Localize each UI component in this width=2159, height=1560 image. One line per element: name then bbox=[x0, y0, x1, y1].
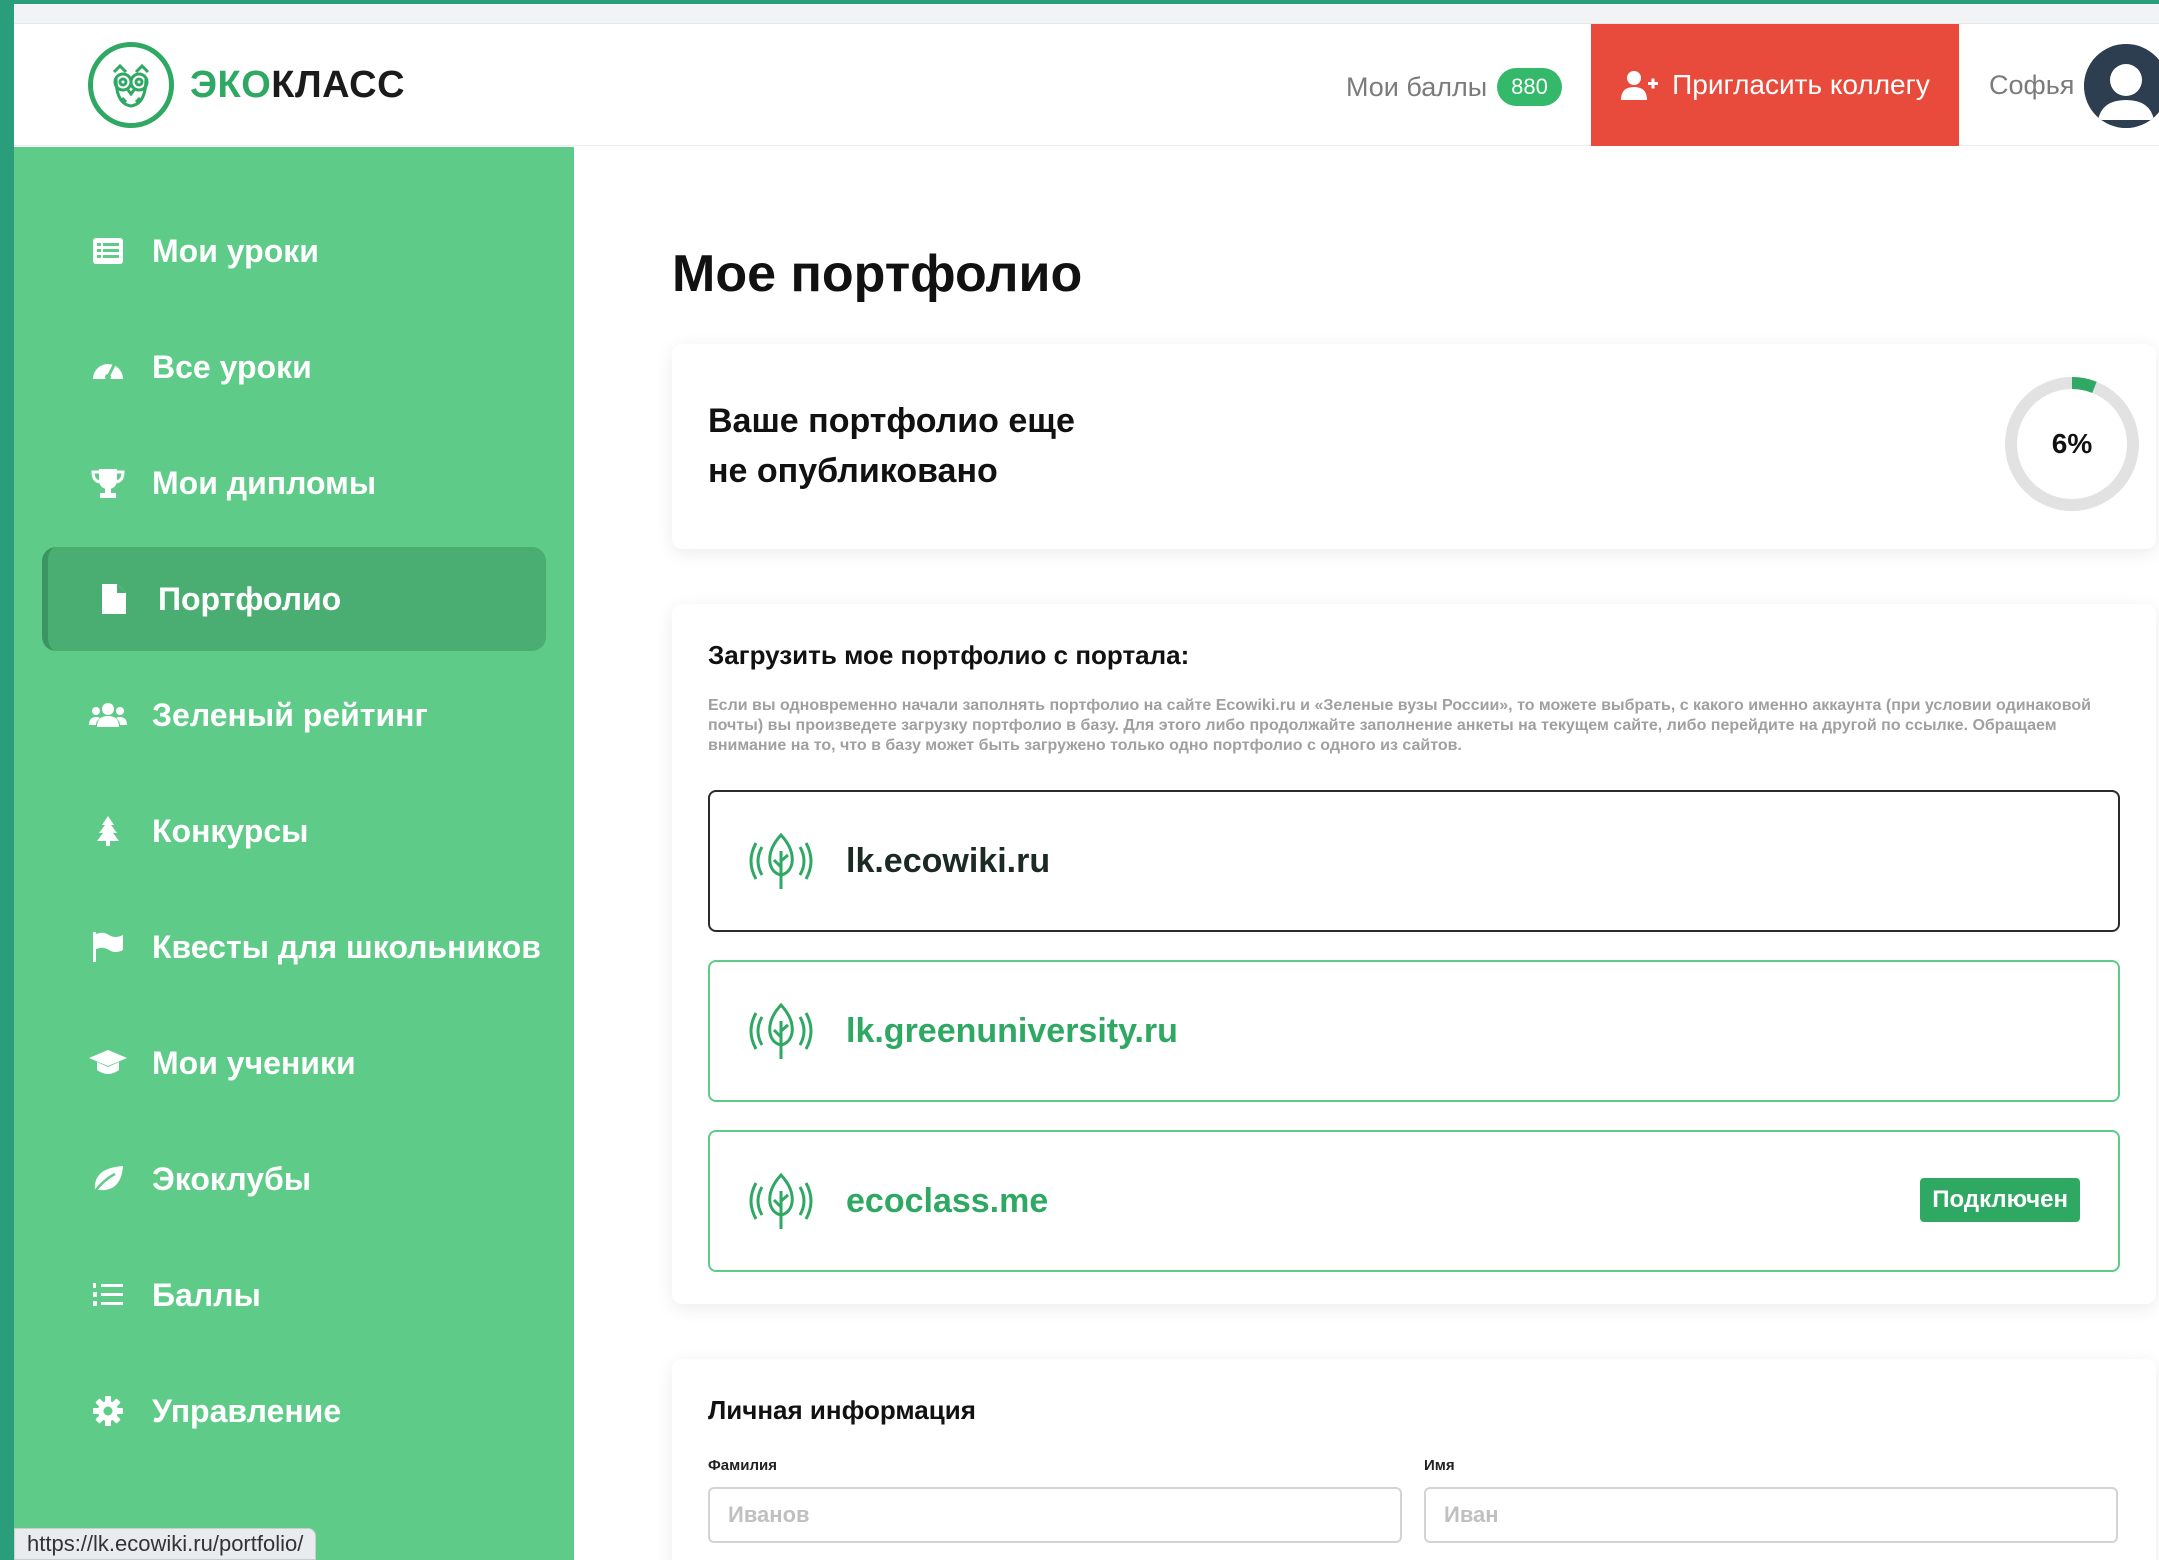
sidebar-item-all-lessons[interactable]: Все уроки bbox=[42, 315, 546, 419]
avatar[interactable] bbox=[2084, 44, 2159, 128]
invite-label: Пригласить коллегу bbox=[1672, 69, 1930, 100]
portal-name: lk.ecowiki.ru bbox=[846, 841, 1051, 880]
sidebar-item-label: Конкурсы bbox=[152, 812, 309, 849]
sidebar-item-my-students[interactable]: Мои ученики bbox=[42, 1011, 546, 1115]
gear-icon bbox=[88, 1391, 128, 1431]
portfolio-progress-ring: 6% bbox=[2002, 374, 2142, 514]
trophy-icon bbox=[88, 463, 128, 503]
progress-percent: 6% bbox=[2051, 428, 2093, 459]
surname-label: Фамилия bbox=[708, 1457, 777, 1474]
portfolio-status-text: Ваше портфолио еще не опубликовано bbox=[708, 402, 1075, 490]
sidebar-item-green-rating[interactable]: Зеленый рейтинг bbox=[42, 663, 546, 767]
points-badge: 880 bbox=[1497, 68, 1562, 106]
personal-info-title: Личная информация bbox=[708, 1395, 976, 1425]
import-title: Загрузить мое портфолио с портала: bbox=[708, 640, 1190, 670]
import-description: Если вы одновременно начали заполнять по… bbox=[708, 697, 2091, 754]
connected-badge: Подключен bbox=[1920, 1178, 2080, 1222]
sidebar-item-label: Управление bbox=[152, 1392, 342, 1429]
leaf-icon bbox=[88, 1159, 128, 1199]
link-status-bar: https://lk.ecowiki.ru/portfolio/ bbox=[14, 1528, 317, 1560]
sidebar-item-ecoclubs[interactable]: Экоклубы bbox=[42, 1127, 546, 1231]
list-ordered-icon bbox=[88, 1275, 128, 1315]
sidebar-item-label: Зеленый рейтинг bbox=[152, 696, 428, 733]
dashboard-icon bbox=[88, 347, 128, 387]
user-plus-icon bbox=[1621, 71, 1659, 100]
sidebar-item-management[interactable]: Управление bbox=[42, 1359, 546, 1463]
tree-icon bbox=[88, 811, 128, 851]
name-label: Имя bbox=[1424, 1457, 1455, 1474]
portal-name: lk.greenuniversity.ru bbox=[846, 1011, 1178, 1050]
flag-icon bbox=[88, 927, 128, 967]
sidebar-item-label: Мои уроки bbox=[152, 232, 319, 269]
sidebar-item-label: Квесты для школьников bbox=[152, 928, 541, 965]
sidebar-item-label: Баллы bbox=[152, 1276, 261, 1313]
sidebar-item-my-diplomas[interactable]: Мои дипломы bbox=[42, 431, 546, 535]
owl-logo-icon bbox=[88, 42, 174, 128]
sidebar-item-portfolio[interactable]: Портфолио bbox=[42, 547, 546, 651]
username[interactable]: Софья bbox=[1989, 70, 2074, 101]
my-points[interactable]: Мои баллы 880 bbox=[1346, 68, 1562, 106]
logo-text: ЭКОКЛАСС bbox=[190, 63, 406, 106]
name-input[interactable] bbox=[1424, 1487, 2118, 1543]
portal-option-ecoclass[interactable]: ecoclass.me Подключен bbox=[708, 1130, 2120, 1272]
sidebar-item-label: Портфолио bbox=[158, 580, 342, 617]
file-icon bbox=[94, 579, 134, 619]
graduation-cap-icon bbox=[88, 1043, 128, 1083]
import-portfolio-card: Загрузить мое портфолио с портала: Если … bbox=[672, 604, 2156, 1304]
portfolio-status-card: Ваше портфолио еще не опубликовано 6% bbox=[672, 344, 2156, 549]
points-label: Мои баллы bbox=[1346, 71, 1488, 102]
eco-leaf-signal-icon bbox=[749, 832, 813, 889]
page-title: Мое портфолио bbox=[672, 245, 1083, 303]
sidebar-item-label: Все уроки bbox=[152, 348, 312, 385]
portal-name: ecoclass.me bbox=[846, 1181, 1049, 1220]
portal-option-greenuniversity[interactable]: lk.greenuniversity.ru bbox=[708, 960, 2120, 1102]
portal-option-ecowiki[interactable]: lk.ecowiki.ru bbox=[708, 790, 2120, 932]
sidebar-item-label: Экоклубы bbox=[152, 1160, 312, 1197]
sidebar-item-my-lessons[interactable]: Мои уроки bbox=[42, 199, 546, 303]
surname-input[interactable] bbox=[708, 1487, 1402, 1543]
top-strip bbox=[14, 4, 2159, 24]
sidebar-item-label: Мои дипломы bbox=[152, 464, 377, 501]
sidebar-item-quests[interactable]: Квесты для школьников bbox=[42, 895, 546, 999]
users-icon bbox=[88, 695, 128, 735]
list-icon bbox=[88, 231, 128, 271]
sidebar-item-contests[interactable]: Конкурсы bbox=[42, 779, 546, 883]
header: ЭКОКЛАСС Мои баллы 880 Пригласить коллег… bbox=[14, 24, 2159, 146]
sidebar-item-label: Мои ученики bbox=[152, 1044, 356, 1081]
invite-colleague-button[interactable]: Пригласить коллегу bbox=[1591, 24, 1959, 146]
browser-frame: ЭКОКЛАСС Мои баллы 880 Пригласить коллег… bbox=[14, 4, 2159, 1560]
eco-leaf-signal-icon bbox=[749, 1172, 813, 1229]
logo[interactable]: ЭКОКЛАСС bbox=[88, 42, 405, 128]
personal-info-card: Личная информация Фамилия Имя bbox=[672, 1359, 2156, 1560]
sidebar-item-points[interactable]: Баллы bbox=[42, 1243, 546, 1347]
eco-leaf-signal-icon bbox=[749, 1002, 813, 1059]
sidebar: Мои уроки Все уроки Мои дипломы Портфоли… bbox=[14, 147, 574, 1560]
